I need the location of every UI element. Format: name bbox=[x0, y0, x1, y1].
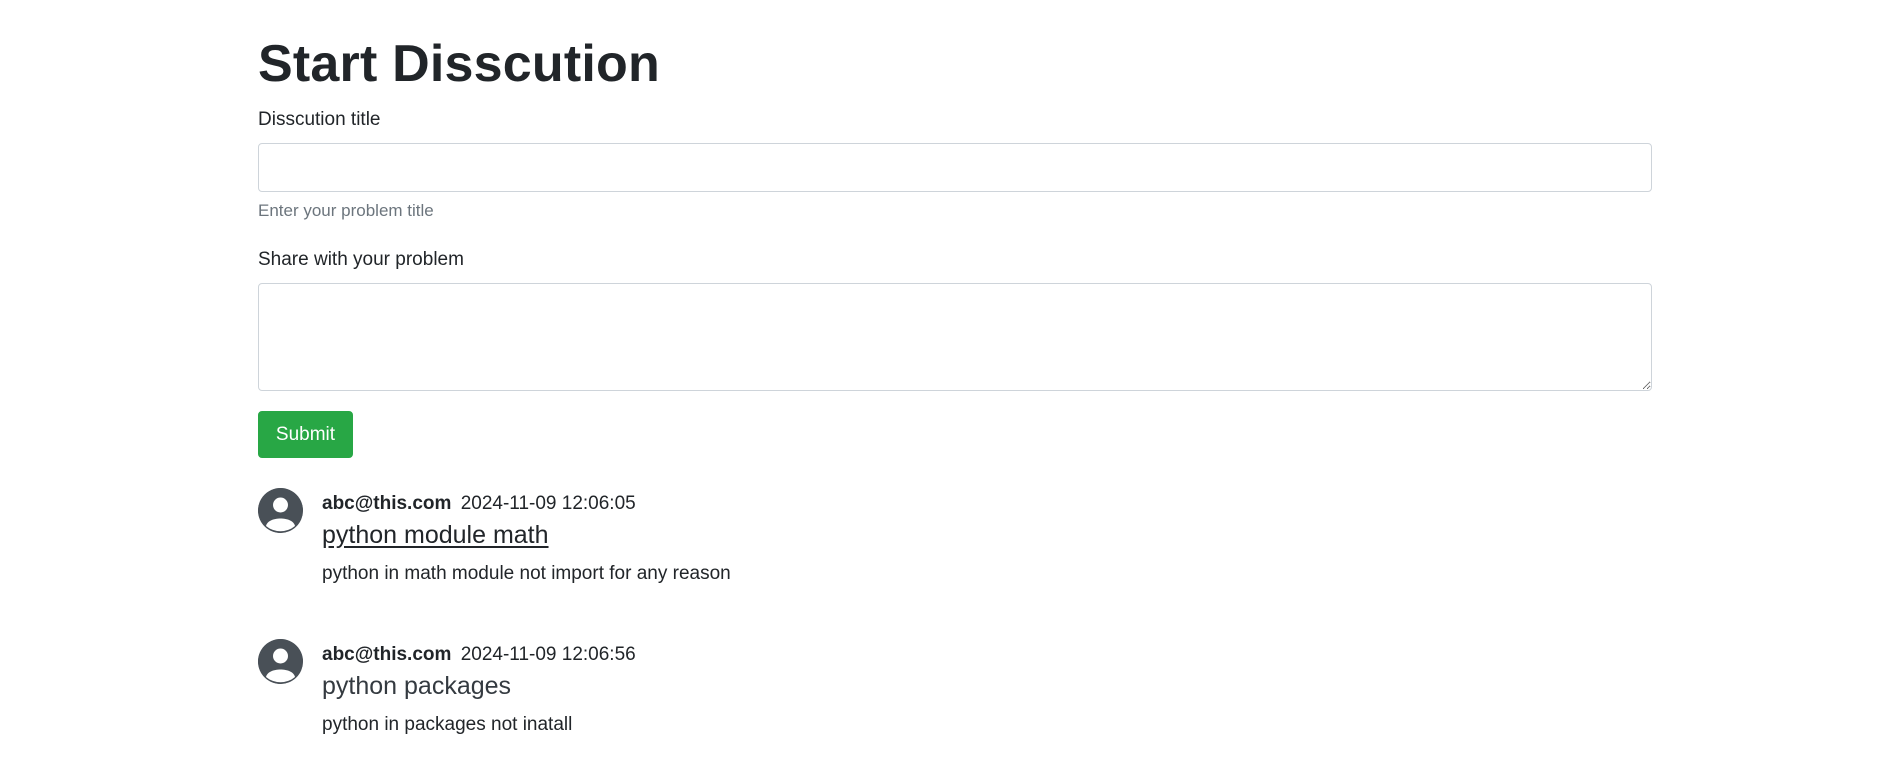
discussion-title-help: Enter your problem title bbox=[258, 201, 434, 220]
discussion-description: python in math module not import for any… bbox=[322, 563, 731, 584]
discussion-description: python in packages not inatall bbox=[322, 714, 573, 735]
discussion-title-input[interactable] bbox=[258, 143, 1652, 192]
post-timestamp: 2024-11-09 12:06:56 bbox=[460, 644, 636, 665]
discussion-title-link[interactable]: python packages bbox=[322, 670, 511, 702]
author-email: abc@this.com bbox=[322, 644, 452, 665]
discussion-item: abc@this.com 2024-11-09 12:06:05 python … bbox=[258, 488, 1652, 608]
discussion-item: abc@this.com 2024-11-09 12:06:56 python … bbox=[258, 639, 1652, 759]
author-email: abc@this.com bbox=[322, 493, 452, 514]
problem-description-label: Share with your problem bbox=[258, 249, 464, 270]
user-avatar-icon bbox=[258, 488, 303, 533]
discussion-meta: abc@this.com 2024-11-09 12:06:56 bbox=[322, 643, 636, 667]
user-avatar-icon bbox=[258, 639, 303, 684]
discussion-title-link[interactable]: python module math bbox=[322, 519, 549, 551]
post-timestamp: 2024-11-09 12:06:05 bbox=[460, 493, 636, 514]
submit-button[interactable]: Submit bbox=[258, 411, 353, 458]
discussion-title-label: Disscution title bbox=[258, 109, 381, 130]
page-title: Start Disscution bbox=[258, 35, 660, 93]
problem-description-textarea[interactable] bbox=[258, 283, 1652, 391]
discussion-meta: abc@this.com 2024-11-09 12:06:05 bbox=[322, 492, 636, 516]
